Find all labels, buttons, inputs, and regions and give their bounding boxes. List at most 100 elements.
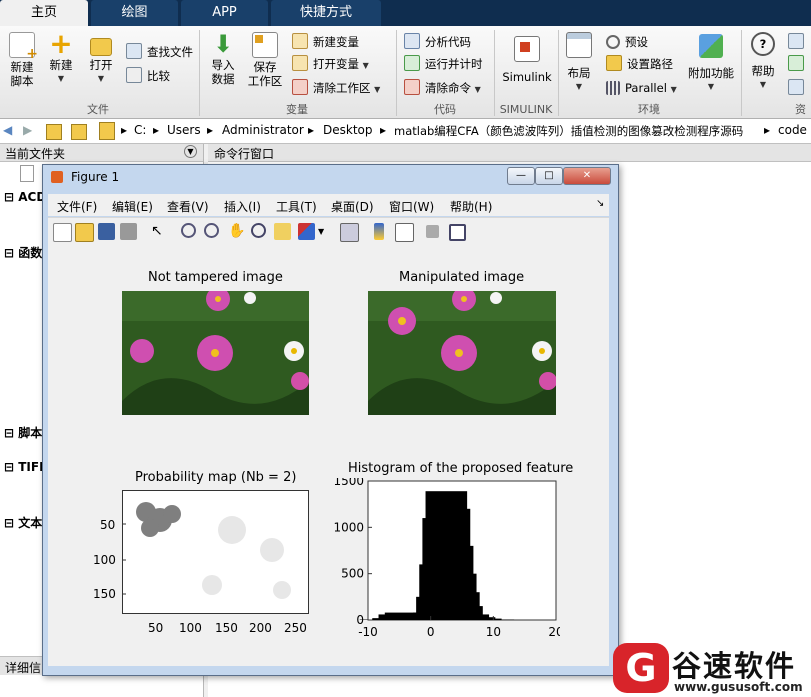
menu-view[interactable]: 查看(V) xyxy=(167,198,209,215)
import-data-label: 导入 数据 xyxy=(211,58,235,86)
set-path-button[interactable]: 设置路径 xyxy=(606,54,673,74)
tree-item-text[interactable]: ⊟ 文本 xyxy=(4,514,42,531)
x-tick-label: 0 xyxy=(427,625,435,639)
new-figure-icon[interactable] xyxy=(53,223,72,242)
community-icon[interactable] xyxy=(788,32,809,52)
details-title: 详细信 xyxy=(5,661,42,675)
close-button[interactable]: ✕ xyxy=(563,167,611,185)
tree-item-scripts[interactable]: ⊟ 脚本 xyxy=(4,424,42,441)
dock-arrow-icon[interactable]: ↘ xyxy=(596,198,604,209)
tab-home[interactable]: 主页 xyxy=(0,0,88,27)
legend-icon[interactable] xyxy=(395,223,414,242)
tab-plots[interactable]: 绘图 xyxy=(91,0,178,26)
root-folder-icon xyxy=(99,122,115,140)
compare-button[interactable]: 比较 xyxy=(126,66,170,86)
breadcrumb-drive[interactable]: C: xyxy=(134,123,146,137)
up-folder-icon[interactable] xyxy=(46,124,62,140)
prob-xtick: 250 xyxy=(284,621,307,635)
layout-icon xyxy=(566,32,592,58)
learn-matlab-icon[interactable] xyxy=(788,78,809,98)
zoom-in-icon[interactable] xyxy=(181,223,196,238)
group-label-variable: 变量 xyxy=(286,103,308,116)
menu-desktop[interactable]: 桌面(D) xyxy=(331,198,374,215)
open-button[interactable]: 打开 ▼ xyxy=(84,28,118,86)
panel-menu-icon[interactable]: ▼ xyxy=(184,145,197,158)
new-variable-button[interactable]: 新建变量 xyxy=(292,32,359,52)
chevron-down-icon: ▼ xyxy=(362,61,369,70)
open-variable-button[interactable]: 打开变量 ▼ xyxy=(292,54,369,74)
open-label: 打开 xyxy=(89,58,113,72)
find-files-label: 查找文件 xyxy=(147,45,193,59)
y-tick-label: 1000 xyxy=(333,520,364,534)
new-button[interactable]: + 新建 ▼ xyxy=(44,28,78,86)
minimize-button[interactable]: — xyxy=(507,167,535,185)
save-icon[interactable] xyxy=(98,223,115,240)
clear-workspace-label: 清除工作区 xyxy=(313,81,371,95)
new-script-button[interactable]: + 新建 脚本 xyxy=(4,28,40,88)
colorbar-icon[interactable] xyxy=(374,223,384,240)
import-arrow-icon: ⬇ xyxy=(212,30,234,58)
chevron-down-icon: ▼ xyxy=(57,74,65,83)
request-support-icon[interactable] xyxy=(788,54,809,74)
tab-apps[interactable]: APP xyxy=(181,0,268,26)
chevron-down-icon: ▼ xyxy=(707,82,715,91)
tree-item-tiff[interactable]: ⊟ TIFF xyxy=(4,460,47,474)
clear-commands-button[interactable]: 清除命令 ▼ xyxy=(404,78,481,98)
prob-xtick: 200 xyxy=(249,621,272,635)
addons-button[interactable]: 附加功能 ▼ xyxy=(686,28,736,94)
figure-canvas: Not tampered image Manipulated image Pro… xyxy=(48,246,609,666)
simulink-button[interactable]: Simulink xyxy=(500,28,554,84)
watermark-brand: 谷速软件 xyxy=(672,649,797,683)
menu-tools[interactable]: 工具(T) xyxy=(276,198,317,215)
analyze-code-button[interactable]: 分析代码 xyxy=(404,32,471,52)
chevron-down-icon[interactable]: ▼ xyxy=(318,223,328,240)
data-cursor-icon[interactable] xyxy=(274,223,291,240)
parallel-button[interactable]: Parallel ▼ xyxy=(606,78,677,98)
pointer-icon[interactable]: ↖ xyxy=(151,223,168,240)
menu-edit[interactable]: 编辑(E) xyxy=(112,198,153,215)
tree-item-acd[interactable]: ⊟ ACD xyxy=(4,190,46,204)
menu-file[interactable]: 文件(F) xyxy=(57,198,97,215)
prob-ytick: 150 xyxy=(93,587,116,601)
back-arrow-icon[interactable]: ◀ xyxy=(3,123,12,137)
open-file-icon[interactable] xyxy=(75,223,94,242)
tab-shortcuts[interactable]: 快捷方式 xyxy=(271,0,381,26)
menu-help[interactable]: 帮助(H) xyxy=(450,198,492,215)
import-data-button[interactable]: ⬇ 导入 数据 xyxy=(206,28,240,86)
not-tampered-image xyxy=(122,291,309,415)
link-plot-icon[interactable] xyxy=(340,223,359,242)
breadcrumb-users[interactable]: Users xyxy=(167,123,201,137)
layout-button[interactable]: 布局 ▼ xyxy=(562,28,596,94)
print-icon[interactable] xyxy=(120,223,137,240)
breadcrumb-administrator[interactable]: Administrator xyxy=(222,123,304,137)
zoom-out-icon[interactable] xyxy=(204,223,219,238)
breadcrumb-desktop[interactable]: Desktop xyxy=(323,123,373,137)
run-and-time-button[interactable]: 运行并计时 xyxy=(404,54,483,74)
tree-item-functions[interactable]: ⊟ 函数 xyxy=(4,244,42,261)
hide-plot-tools-icon[interactable] xyxy=(426,225,439,238)
breadcrumb-code[interactable]: code xyxy=(778,123,807,137)
forward-arrow-icon[interactable]: ▶ xyxy=(23,123,32,137)
save-workspace-button[interactable]: 保存 工作区 xyxy=(246,28,284,88)
help-button[interactable]: ? 帮助 ▼ xyxy=(746,28,780,92)
show-plot-tools-icon[interactable] xyxy=(449,224,466,241)
maximize-button[interactable]: □ xyxy=(535,167,563,185)
breadcrumb-project[interactable]: matlab编程CFA（颜色滤波阵列）插值检测的图像篡改检测程序源码 xyxy=(394,123,743,139)
clear-workspace-button[interactable]: 清除工作区 ▼ xyxy=(292,78,380,98)
collapse-icon: ⊟ xyxy=(4,190,19,204)
help-icon: ? xyxy=(751,32,775,56)
menu-window[interactable]: 窗口(W) xyxy=(389,198,434,215)
rotate-3d-icon[interactable] xyxy=(251,223,266,238)
menu-insert[interactable]: 插入(I) xyxy=(224,198,261,215)
collapse-icon: ⊟ xyxy=(4,246,19,260)
brush-icon[interactable] xyxy=(298,223,315,240)
command-window-title: 命令行窗口 xyxy=(214,147,275,161)
preferences-button[interactable]: 预设 xyxy=(606,32,648,52)
x-tick-label: 20 xyxy=(548,625,560,639)
simulink-icon xyxy=(514,36,540,62)
prob-ytick: 100 xyxy=(93,553,116,567)
find-files-button[interactable]: 查找文件 xyxy=(126,42,193,62)
pan-hand-icon[interactable]: ✋ xyxy=(228,223,245,240)
browse-folder-icon[interactable] xyxy=(71,124,87,140)
group-separator xyxy=(741,30,742,116)
